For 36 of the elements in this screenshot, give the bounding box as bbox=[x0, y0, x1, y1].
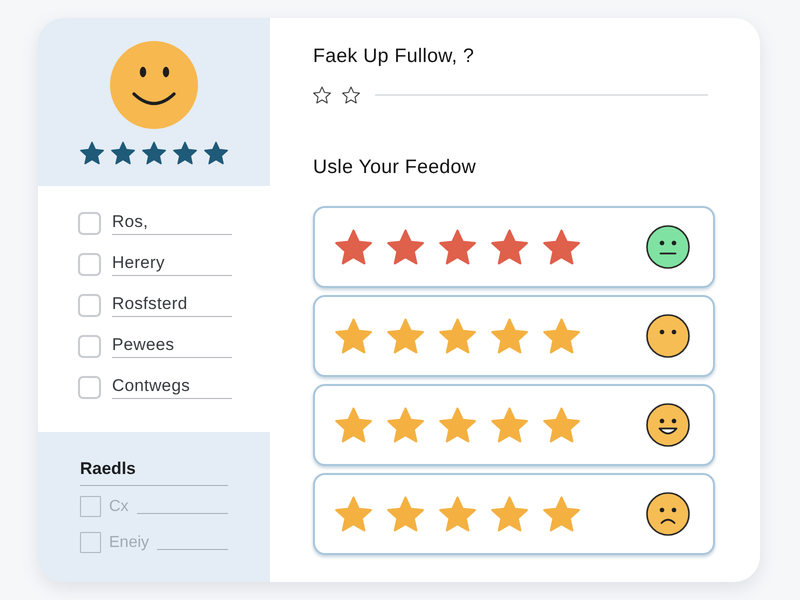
fill-in-line[interactable] bbox=[112, 275, 232, 276]
fill-in-line[interactable] bbox=[112, 316, 232, 317]
checkbox[interactable] bbox=[80, 496, 101, 517]
option-label: Herery bbox=[112, 253, 166, 273]
star-icon bbox=[111, 141, 135, 165]
section-title: Raedls bbox=[80, 459, 137, 479]
star-outline-icon bbox=[342, 86, 360, 104]
option-label: Rosfsterd bbox=[112, 294, 188, 314]
star-icon bbox=[142, 141, 166, 165]
option-label: Eneiy bbox=[109, 533, 150, 553]
option-label: Ros, bbox=[112, 212, 150, 232]
rating-card[interactable] bbox=[313, 384, 715, 466]
rating-card[interactable] bbox=[313, 295, 715, 377]
section-heading: Usle Your Feedow bbox=[313, 156, 478, 178]
option-label: Cx bbox=[109, 497, 129, 517]
checkbox[interactable] bbox=[78, 212, 101, 235]
rating-card[interactable] bbox=[313, 473, 715, 555]
option-label: Pewees bbox=[112, 335, 176, 355]
fill-in-line[interactable] bbox=[157, 549, 228, 550]
fill-in-line[interactable] bbox=[136, 513, 228, 514]
checkbox[interactable] bbox=[80, 532, 101, 553]
checkbox[interactable] bbox=[78, 376, 101, 399]
rating-card[interactable] bbox=[313, 206, 715, 288]
fill-in-line[interactable] bbox=[112, 234, 232, 235]
fill-in-line[interactable] bbox=[112, 357, 232, 358]
star-outline-icon bbox=[313, 86, 331, 104]
checkbox[interactable] bbox=[78, 335, 101, 358]
fill-in-line[interactable] bbox=[112, 398, 232, 399]
star-icon bbox=[80, 141, 104, 165]
page-title: Faek Up Fullow, ? bbox=[313, 45, 476, 67]
smiling-face-icon bbox=[110, 41, 198, 129]
star-icon bbox=[173, 141, 197, 165]
checkbox[interactable] bbox=[78, 253, 101, 276]
option-label: Contwegs bbox=[112, 376, 191, 396]
star-icon bbox=[204, 141, 228, 165]
checkbox[interactable] bbox=[78, 294, 101, 317]
